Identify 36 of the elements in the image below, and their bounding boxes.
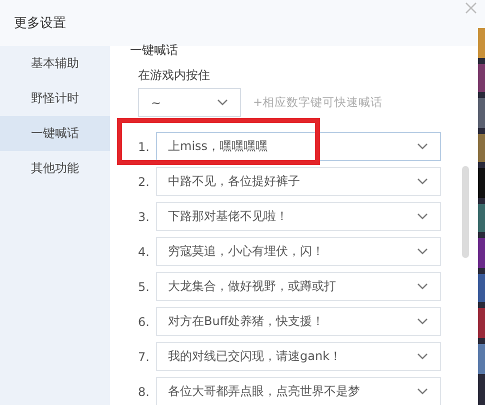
row-number: 7. (138, 350, 150, 364)
row-number: 6. (138, 314, 150, 328)
chevron-icon (417, 213, 428, 220)
sidebar-item[interactable]: 野怪计时 (0, 81, 110, 116)
window-title: 更多设置 (14, 15, 66, 32)
chevron-icon (417, 388, 428, 395)
phrase-dropdown[interactable]: 各位大哥都弄点眼，点亮世界不是梦 (156, 377, 441, 405)
chevron-icon (417, 248, 428, 255)
chevron-icon (217, 99, 228, 106)
phrase-dropdown[interactable]: 对方在Buff处养猪，快支援！ (156, 307, 441, 336)
section-title: 一键喊话 (130, 42, 179, 59)
phrase-dropdown[interactable]: 中路不见，各位提好裤子 (156, 167, 441, 196)
row-number: 4. (138, 244, 150, 258)
sidebar-item[interactable]: 其他功能 (0, 151, 110, 186)
key-dropdown[interactable]: ~ (138, 88, 241, 117)
chevron-icon (417, 143, 428, 150)
row-number: 8. (138, 384, 150, 398)
chevron-icon (417, 178, 428, 185)
chevron-icon (417, 283, 428, 290)
key-label: 在游戏内按住 (138, 67, 211, 84)
phrase-dropdown[interactable]: 下路那对基佬不见啦！ (156, 202, 441, 231)
phrase-dropdown[interactable]: 我的对线已交闪现，请速gank！ (156, 342, 441, 371)
chevron-icon (417, 318, 428, 325)
row-number: 2. (138, 174, 150, 188)
row-number: 3. (138, 210, 150, 224)
phrase-dropdown[interactable]: 大龙集合，做好视野，或蹲或打 (156, 272, 441, 301)
scrollbar-thumb[interactable] (462, 166, 469, 258)
row-number: 1. (138, 140, 150, 154)
sidebar-item[interactable]: 一键喊话 (0, 116, 110, 151)
phrase-dropdown[interactable]: 穷寇莫追，小心有埋伏，闪！ (156, 237, 441, 266)
row-number: 5. (138, 280, 150, 294)
phrase-dropdown[interactable]: 上miss，嘿嘿嘿嘿 (156, 132, 441, 161)
hint-text: +相应数字键可快速喊话 (253, 95, 383, 110)
close-icon[interactable] (465, 2, 477, 14)
chevron-icon (417, 353, 428, 360)
sidebar-item[interactable]: 基本辅助 (0, 46, 110, 81)
